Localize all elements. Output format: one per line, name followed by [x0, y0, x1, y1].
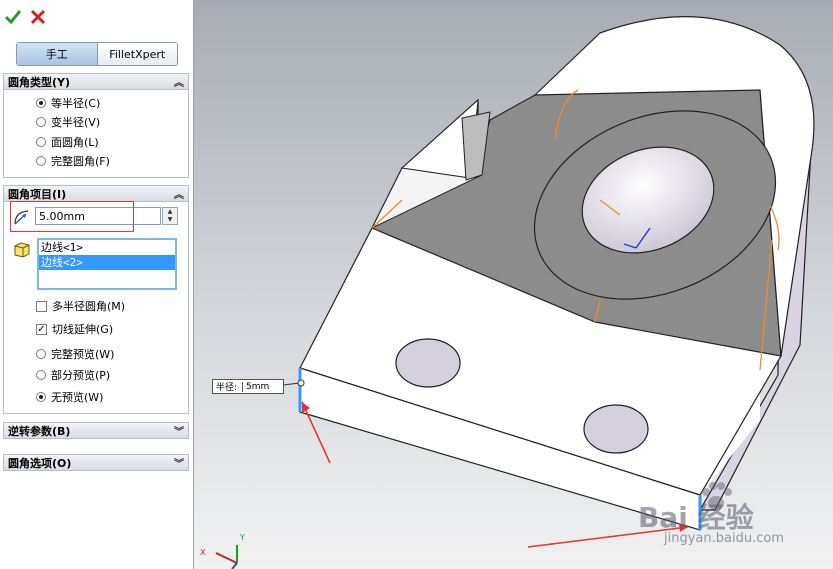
- mode-tabs: 手工 FilletXpert: [16, 42, 178, 66]
- radio-label: 等半径(C): [51, 97, 101, 110]
- tab-filletxpert[interactable]: FilletXpert: [97, 43, 177, 65]
- expand-down-icon[interactable]: ︾: [174, 455, 184, 470]
- radio-button[interactable]: [36, 392, 46, 402]
- collapse-up-icon[interactable]: ︽: [174, 186, 184, 201]
- cross-icon[interactable]: [29, 8, 47, 26]
- selected-edges-list[interactable]: 边线<1> 边线<2>: [37, 238, 177, 290]
- radio-button[interactable]: [36, 156, 46, 166]
- reverse-params-title: 逆转参数(B): [8, 424, 71, 438]
- checkbox-multi-radius[interactable]: 多半径圆角(M): [36, 298, 125, 314]
- fillet-options-header[interactable]: 圆角选项(O) ︾: [3, 454, 189, 471]
- annotation-highlight-box: [10, 201, 134, 232]
- radio-button[interactable]: [36, 117, 46, 127]
- radio-label: 面圆角(L): [51, 136, 99, 149]
- spin-down-icon[interactable]: ▼: [163, 216, 177, 224]
- edge-list-item[interactable]: 边线<1>: [39, 240, 175, 255]
- radio-button[interactable]: [36, 98, 46, 108]
- radius-spinner[interactable]: ▲ ▼: [162, 207, 178, 225]
- radio-label: 部分预览(P): [51, 369, 111, 382]
- edges-cube-icon: [14, 242, 30, 258]
- radio-label: 完整预览(W): [51, 348, 115, 361]
- checkbox-tangent-propagation[interactable]: ✓ 切线延伸(G): [36, 321, 113, 337]
- base-hole-left: [395, 338, 461, 388]
- spin-up-icon[interactable]: ▲: [163, 208, 177, 216]
- tab-manual[interactable]: 手工: [17, 43, 98, 65]
- reverse-params-header[interactable]: 逆转参数(B) ︾: [3, 422, 189, 439]
- radius-callout-label[interactable]: 半径: 5mm: [212, 379, 284, 394]
- collapse-up-icon[interactable]: ︽: [174, 74, 184, 89]
- callout-label-text: 半径:: [216, 383, 238, 393]
- axis-x-label: X: [200, 548, 206, 557]
- check-icon[interactable]: [4, 8, 22, 26]
- callout-handle[interactable]: [297, 379, 305, 387]
- checkbox-label: 切线延伸(G): [52, 323, 114, 336]
- watermark-logo: Bai 经验: [638, 501, 754, 534]
- base-hole-right: [583, 404, 649, 454]
- radio-button[interactable]: [36, 370, 46, 380]
- graphics-viewport[interactable]: Y X: [194, 0, 833, 569]
- radio-variable-radius[interactable]: 变半径(V): [36, 114, 100, 130]
- radio-button[interactable]: [36, 137, 46, 147]
- fillet-items-title: 圆角项目(I): [8, 187, 67, 201]
- fillet-type-title: 圆角类型(Y): [8, 75, 71, 89]
- radio-button[interactable]: [36, 349, 46, 359]
- checkbox-label: 多半径圆角(M): [52, 300, 126, 313]
- radio-face-fillet[interactable]: 面圆角(L): [36, 134, 99, 150]
- fillet-options-title: 圆角选项(O): [8, 456, 72, 470]
- radio-label: 无预览(W): [51, 391, 104, 404]
- property-manager-panel: 手工 FilletXpert 圆角类型(Y) ︽ 等半径(C) 变半径(V) 面…: [0, 0, 194, 569]
- expand-down-icon[interactable]: ︾: [174, 423, 184, 438]
- radio-constant-radius[interactable]: 等半径(C): [36, 95, 100, 111]
- radio-no-preview[interactable]: 无预览(W): [36, 389, 103, 405]
- callout-value[interactable]: 5mm: [242, 381, 272, 392]
- fillet-type-header[interactable]: 圆角类型(Y) ︽: [3, 73, 189, 90]
- checkbox[interactable]: [36, 300, 47, 312]
- axis-y-label: Y: [239, 533, 245, 542]
- checkbox-checked[interactable]: ✓: [36, 323, 47, 335]
- radio-partial-preview[interactable]: 部分预览(P): [36, 367, 110, 383]
- radio-full-preview[interactable]: 完整预览(W): [36, 346, 114, 362]
- radio-label: 变半径(V): [51, 116, 101, 129]
- watermark-url: jingyan.baidu.com: [664, 531, 784, 546]
- edge-list-item-selected[interactable]: 边线<2>: [39, 255, 175, 270]
- radio-full-round[interactable]: 完整圆角(F): [36, 153, 110, 169]
- fillet-items-header[interactable]: 圆角项目(I) ︽: [3, 185, 189, 202]
- radio-label: 完整圆角(F): [51, 155, 110, 168]
